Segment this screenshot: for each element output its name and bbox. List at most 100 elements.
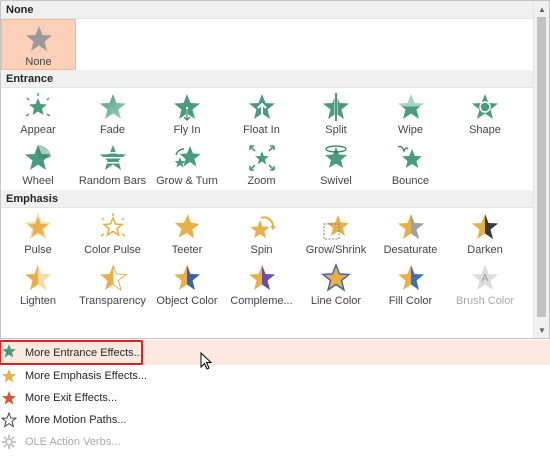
effect-label: Swivel bbox=[320, 175, 352, 187]
menu-item-label: More Emphasis Effects... bbox=[25, 370, 148, 382]
effect-transparency[interactable]: Transparency bbox=[75, 259, 150, 310]
effect-label: Wheel bbox=[22, 175, 54, 187]
star-gray-icon bbox=[25, 26, 52, 51]
effect-lighten[interactable]: Lighten bbox=[1, 259, 76, 310]
effect-color-pulse[interactable]: Color Pulse bbox=[75, 208, 150, 259]
effect-float-in[interactable]: Float In bbox=[224, 88, 299, 139]
effect-label: Transparency bbox=[79, 295, 146, 307]
effect-random-bars[interactable]: Random Bars bbox=[75, 139, 150, 190]
effect-shape[interactable]: Shape bbox=[448, 88, 523, 139]
menu-item-label: More Motion Paths... bbox=[25, 414, 127, 426]
appear-star-icon bbox=[25, 93, 51, 117]
effect-brush-color[interactable]: A Brush Color bbox=[448, 259, 523, 310]
effect-grow-shrink[interactable]: Grow/Shrink bbox=[299, 208, 374, 259]
fill-color-star-icon bbox=[397, 265, 424, 290]
effect-label: Float In bbox=[243, 124, 280, 136]
effect-label: Split bbox=[325, 124, 347, 136]
effect-label: Compleme... bbox=[230, 295, 293, 307]
effect-split[interactable]: Split bbox=[299, 88, 374, 139]
random-bars-star-icon bbox=[98, 145, 127, 170]
transparency-star-icon bbox=[99, 264, 127, 292]
effect-none[interactable]: None bbox=[1, 19, 76, 70]
gallery-scrollbar[interactable]: ▲ ▼ bbox=[533, 1, 549, 338]
brush-color-star-icon: A bbox=[472, 265, 498, 290]
effect-label: None bbox=[25, 56, 52, 68]
more-exit-effects[interactable]: More Exit Effects... bbox=[0, 387, 550, 409]
effect-fade[interactable]: Fade bbox=[75, 88, 150, 139]
darken-star-icon bbox=[472, 214, 498, 239]
outline-star-icon bbox=[1, 412, 17, 428]
more-entrance-effects[interactable]: More Entrance Effects... bbox=[0, 340, 550, 365]
effect-bounce[interactable]: Bounce bbox=[373, 139, 448, 190]
scrollbar-thumb[interactable] bbox=[537, 17, 546, 317]
effect-label: Fly In bbox=[173, 124, 201, 136]
effect-label: Teeter bbox=[171, 244, 203, 256]
gear-icon bbox=[2, 435, 16, 449]
entrance-items: Appear Fade Fly In Float In Split Wipe S… bbox=[1, 88, 534, 190]
grow-turn-star-icon bbox=[174, 146, 201, 168]
more-emphasis-effects[interactable]: More Emphasis Effects... bbox=[0, 365, 550, 387]
effect-grow-turn[interactable]: Grow & Turn bbox=[150, 139, 225, 190]
fade-star-icon bbox=[99, 94, 126, 119]
none-items: None bbox=[1, 19, 534, 70]
effect-label: Wipe bbox=[397, 124, 424, 136]
wheel-star-icon bbox=[25, 145, 51, 170]
highlight-annotation bbox=[0, 340, 143, 365]
effect-label: Fade bbox=[99, 124, 126, 136]
line-color-star-icon bbox=[321, 263, 351, 292]
effect-label: Zoom bbox=[247, 175, 276, 187]
effect-teeter[interactable]: Teeter bbox=[150, 208, 225, 259]
effect-object-color[interactable]: Object Color bbox=[150, 259, 225, 310]
category-header-emphasis: Emphasis bbox=[1, 190, 534, 208]
effect-spin[interactable]: Spin bbox=[224, 208, 299, 259]
ole-action-verbs[interactable]: OLE Action Verbs... bbox=[0, 431, 550, 453]
effect-appear[interactable]: Appear bbox=[1, 88, 76, 139]
effect-label: Appear bbox=[20, 124, 56, 136]
effect-label: Spin bbox=[250, 244, 273, 256]
effect-label: Bounce bbox=[391, 175, 430, 187]
svg-text:A: A bbox=[482, 273, 489, 284]
swivel-star-icon bbox=[325, 145, 347, 168]
effect-wipe[interactable]: Wipe bbox=[373, 88, 448, 139]
effect-label: Brush Color bbox=[455, 295, 515, 307]
float-in-star-icon bbox=[248, 94, 275, 119]
gallery-content: None None Entrance Appear Fade Fly In Fl… bbox=[1, 1, 534, 338]
effect-label: Desaturate bbox=[383, 244, 438, 256]
spin-star-icon bbox=[250, 216, 276, 238]
effect-zoom[interactable]: Zoom bbox=[224, 139, 299, 190]
emphasis-items: Pulse Color Pulse Teeter Spin Grow/Shrin… bbox=[1, 208, 534, 310]
effect-complementary-color[interactable]: Compleme... bbox=[224, 259, 299, 310]
effect-label: Color Pulse bbox=[84, 244, 141, 256]
gold-star-icon bbox=[2, 369, 16, 383]
complementary-color-star-icon bbox=[248, 265, 275, 290]
effect-swivel[interactable]: Swivel bbox=[299, 139, 374, 190]
scroll-up-arrow-icon[interactable]: ▲ bbox=[534, 1, 549, 17]
effect-label: Object Color bbox=[156, 295, 218, 307]
more-motion-paths[interactable]: More Motion Paths... bbox=[0, 409, 550, 431]
effect-desaturate[interactable]: Desaturate bbox=[373, 208, 448, 259]
effect-label: Grow & Turn bbox=[156, 175, 218, 187]
fly-in-star-icon bbox=[174, 94, 200, 122]
shape-star-icon bbox=[472, 94, 498, 119]
scroll-down-arrow-icon[interactable]: ▼ bbox=[534, 322, 549, 338]
menu-item-label: OLE Action Verbs... bbox=[25, 436, 121, 448]
effect-label: Line Color bbox=[310, 295, 362, 307]
wipe-star-icon bbox=[397, 94, 424, 119]
effect-label: Fill Color bbox=[388, 295, 433, 307]
teeter-star-icon bbox=[175, 214, 200, 239]
lighten-star-icon bbox=[25, 265, 51, 290]
effect-pulse[interactable]: Pulse bbox=[1, 208, 76, 259]
grow-shrink-star-icon bbox=[323, 215, 349, 240]
effect-darken[interactable]: Darken bbox=[448, 208, 523, 259]
effect-wheel[interactable]: Wheel bbox=[1, 139, 76, 190]
menu-item-label: More Exit Effects... bbox=[25, 392, 118, 404]
pulse-star-icon bbox=[24, 213, 52, 240]
effect-label: Shape bbox=[469, 124, 501, 136]
mouse-pointer-icon bbox=[200, 352, 212, 370]
effect-fly-in[interactable]: Fly In bbox=[150, 88, 225, 139]
effect-fill-color[interactable]: Fill Color bbox=[373, 259, 448, 310]
effect-line-color[interactable]: Line Color bbox=[299, 259, 374, 310]
red-star-icon bbox=[2, 391, 16, 405]
effect-label: Grow/Shrink bbox=[305, 244, 367, 256]
object-color-star-icon bbox=[174, 265, 200, 290]
